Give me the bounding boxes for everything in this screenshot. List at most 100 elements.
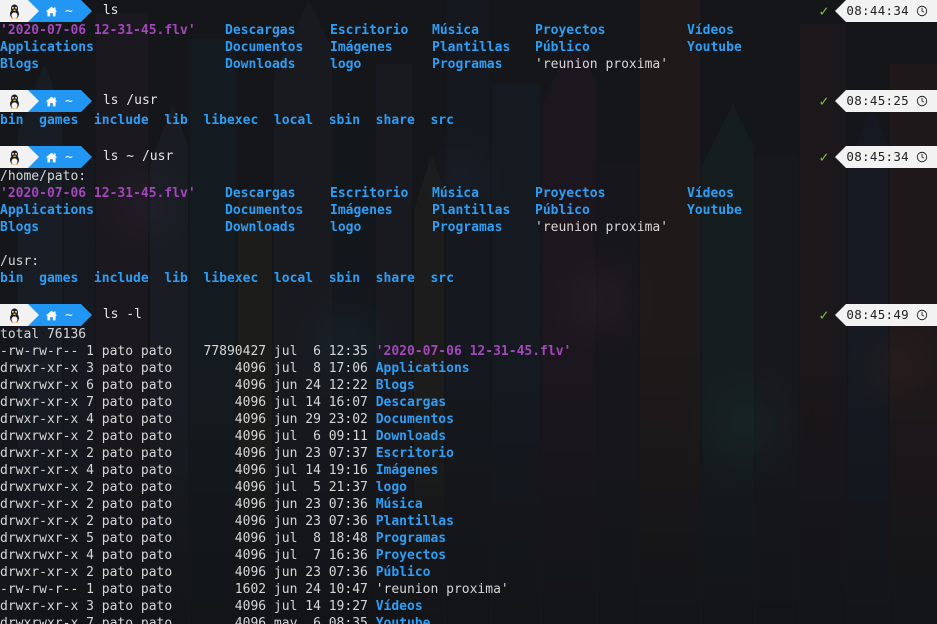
ls-entry[interactable]: Downloads [225,56,295,73]
powerline-prompt[interactable]: ~ [0,0,92,22]
ls-entry[interactable]: Público [535,202,590,219]
ls-usr-entries[interactable]: bin games include lib libexec local sbin… [0,112,937,129]
ls-entry[interactable]: Blogs [376,378,415,393]
exit-status-ok-icon: ✓ [819,306,829,324]
ls-entry[interactable]: Escritorio [376,446,454,461]
prompt-right-status: ✓ 08:45:49 [819,304,937,326]
ls-entry[interactable]: Imágenes [376,463,439,478]
ls-entry[interactable]: Música [432,185,479,202]
ls-entry[interactable]: Música [432,22,479,39]
prompt-line[interactable]: ~ ls -l ✓ 08:45:49 [0,304,937,326]
ls-entry[interactable]: Escritorio [330,22,408,39]
exit-status-ok-icon: ✓ [819,2,829,20]
ls-entry[interactable]: '2020-07-06 12-31-45.flv' [0,22,196,39]
ls-entry[interactable]: Documentos [225,39,303,56]
table-row: drwxrwxr-x 7 pato pato 4096 may 6 08:35 … [0,615,937,624]
powerline-prompt[interactable]: ~ [0,304,92,326]
ls-entry[interactable]: Youtube [687,39,742,56]
ls-usr-entries[interactable]: bin games include lib libexec local sbin… [0,270,937,287]
ls-entry[interactable]: Plantillas [432,39,510,56]
ls-entry[interactable]: Programas [432,219,502,236]
ls-long-meta: drwxr-xr-x 3 pato pato 4096 jul 14 19:27 [0,599,376,614]
exit-status-ok-icon: ✓ [819,92,829,110]
ls-entry[interactable]: Programas [432,56,502,73]
prompt-directory-segment[interactable]: ~ [39,146,81,168]
ls-entry[interactable]: Documentos [225,202,303,219]
ls-entry[interactable]: Downloads [225,219,295,236]
ls-entry[interactable]: Descargas [225,185,295,202]
prompt-directory-segment[interactable]: ~ [39,0,81,22]
ls-long-meta: drwxr-xr-x 3 pato pato 4096 jul 8 17:06 [0,361,376,376]
clock-segment: 08:44:34 [846,0,937,22]
ls-entry[interactable]: Downloads [376,429,446,444]
ls-entry[interactable]: Blogs [0,219,39,236]
ls-entry[interactable]: Plantillas [376,514,454,529]
command-text[interactable]: ls ~ /usr [103,149,173,164]
table-row: drwxr-xr-x 7 pato pato 4096 jul 14 16:07… [0,394,937,411]
ls-column-row: Applications Documentos Imágenes Plantillas… [0,39,937,56]
ls-entry[interactable]: Vídeos [687,185,734,202]
ls-entry[interactable]: Documentos [376,412,454,427]
ls-entry[interactable]: Proyectos [535,185,605,202]
ls-entry[interactable]: Descargas [376,395,446,410]
ls-entry[interactable]: Proyectos [376,548,446,563]
ls-entry[interactable]: Descargas [225,22,295,39]
ls-entry[interactable]: Plantillas [432,202,510,219]
ls-entry[interactable]: 'reunion proxima' [535,56,668,73]
ls-entry[interactable]: Proyectos [535,22,605,39]
ls-entry[interactable]: '2020-07-06 12-31-45.flv' [0,185,196,202]
ls-entry[interactable]: logo [330,56,361,73]
ls-entry[interactable]: Applications [0,202,94,219]
ls-entry[interactable]: Escritorio [330,185,408,202]
ls-entry[interactable]: logo [330,219,361,236]
command-text[interactable]: ls [103,3,119,18]
prompt-os-segment[interactable] [0,146,28,168]
ls-entry[interactable]: Programas [376,531,446,546]
powerline-prompt[interactable]: ~ [0,146,92,168]
command-text[interactable]: ls -l [103,307,142,322]
prompt-os-segment[interactable] [0,90,28,112]
terminal-window[interactable]: ~ ls ✓ 08:44:34 '2020-07-06 12-31-45.flv' Des… [0,0,937,624]
ls-entry[interactable]: logo [376,480,407,495]
ls-entry[interactable]: Vídeos [376,599,423,614]
prompt-separator-1 [28,304,39,326]
ls-entry[interactable]: Imágenes [330,202,393,219]
ls-entry[interactable]: Applications [0,39,94,56]
ls-entry[interactable]: Vídeos [687,22,734,39]
ls-entry[interactable]: 'reunion proxima' [535,219,668,236]
tux-icon [10,150,19,165]
prompt-os-segment[interactable] [0,0,28,22]
ls-entry[interactable]: Youtube [687,202,742,219]
prompt-line[interactable]: ~ ls ~ /usr ✓ 08:45:34 [0,146,937,168]
table-row: drwxrwxr-x 2 pato pato 4096 jul 5 21:37 … [0,479,937,496]
command-text[interactable]: ls /usr [103,93,158,108]
ls-entry[interactable]: Público [535,39,590,56]
powerline-prompt[interactable]: ~ [0,90,92,112]
prompt-line[interactable]: ~ ls ✓ 08:44:34 [0,0,937,22]
terminal-screen[interactable]: ~ ls ✓ 08:44:34 '2020-07-06 12-31-45.flv' Des… [0,0,937,624]
ls-entry[interactable]: Imágenes [330,39,393,56]
home-icon [45,152,58,162]
prompt-separator-2 [80,146,92,168]
clock-time: 08:44:34 [846,3,909,18]
ls-long-meta: -rw-rw-r-- 1 pato pato 77890427 jul 6 12… [0,344,376,359]
clock-icon [916,5,928,17]
prompt-os-segment[interactable] [0,304,28,326]
prompt-separator-1 [28,146,39,168]
table-row: drwxrwxr-x 4 pato pato 4096 jul 7 16:36 … [0,547,937,564]
prompt-directory-segment[interactable]: ~ [39,90,81,112]
ls-entry[interactable]: 'reunion proxima' [376,582,509,597]
ls-long-meta: drwxr-xr-x 7 pato pato 4096 jul 14 16:07 [0,395,376,410]
table-row: drwxr-xr-x 3 pato pato 4096 jul 8 17:06 … [0,360,937,377]
prompt-directory-segment[interactable]: ~ [39,304,81,326]
ls-long-meta: drwxrwxr-x 6 pato pato 4096 jun 24 12:22 [0,378,376,393]
ls-entry[interactable]: Música [376,497,423,512]
ls-entry[interactable]: Youtube [376,616,431,624]
ls-entry[interactable]: Applications [376,361,470,376]
ls-entry[interactable]: Blogs [0,56,39,73]
ls-entry[interactable]: Público [376,565,431,580]
prompt-line[interactable]: ~ ls /usr ✓ 08:45:25 [0,90,937,112]
ls-entry[interactable]: '2020-07-06 12-31-45.flv' [376,344,572,359]
